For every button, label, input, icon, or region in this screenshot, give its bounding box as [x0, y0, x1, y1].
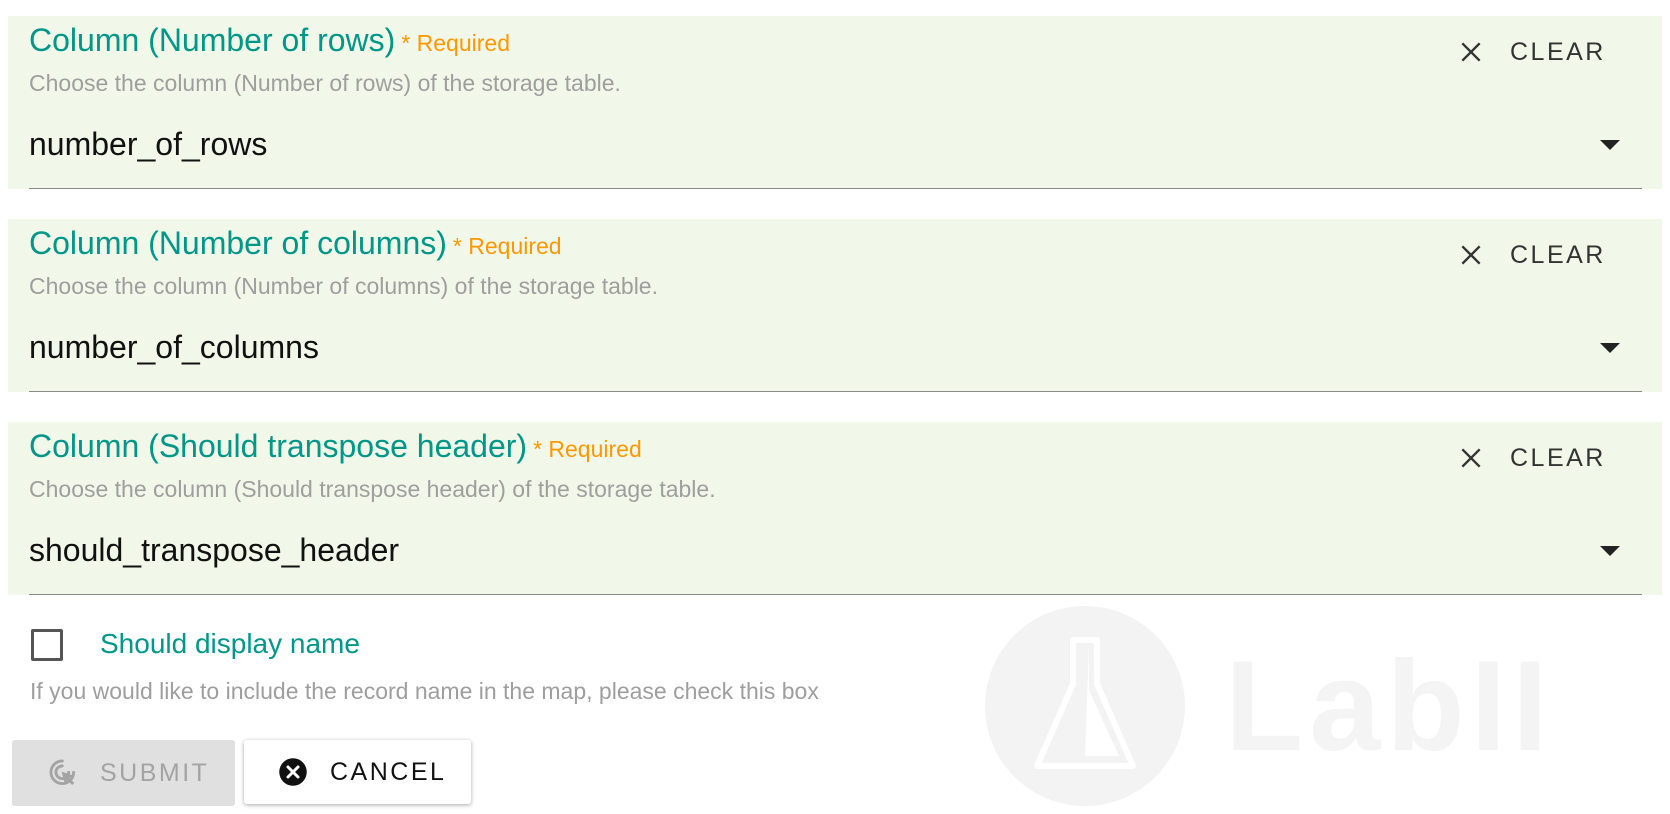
caret-down-icon[interactable]: [1600, 546, 1620, 556]
clear-button[interactable]: CLEAR: [1458, 434, 1606, 482]
field-title: Column (Should transpose header) * Requir…: [29, 428, 642, 464]
select-value[interactable]: should_transpose_header: [29, 532, 399, 569]
clear-label: CLEAR: [1510, 37, 1606, 66]
cancel-circle-icon: [279, 758, 307, 786]
select-field-number-of-rows: Column (Number of rows) * Required CLEAR …: [8, 16, 1662, 189]
cursor-click-icon: [49, 759, 76, 786]
clear-label: CLEAR: [1510, 240, 1606, 269]
checkbox-help-text: If you would like to include the record …: [30, 678, 819, 704]
field-title: Column (Number of columns) * Required: [29, 225, 562, 261]
required-marker: * Required: [533, 436, 642, 462]
submit-button[interactable]: SUBMIT: [12, 740, 235, 806]
field-underline: [29, 594, 1642, 595]
field-underline: [29, 391, 1642, 392]
field-description: Choose the column (Number of rows) of th…: [29, 70, 621, 96]
labii-watermark: LabII: [985, 606, 1665, 814]
close-icon: [1461, 42, 1481, 62]
field-underline: [29, 188, 1642, 189]
required-marker: * Required: [401, 30, 510, 56]
caret-down-icon[interactable]: [1600, 343, 1620, 353]
clear-label: CLEAR: [1510, 443, 1606, 472]
close-icon: [1461, 245, 1481, 265]
cancel-button[interactable]: CANCEL: [244, 740, 471, 804]
clear-button[interactable]: CLEAR: [1458, 231, 1606, 279]
required-marker: * Required: [452, 233, 562, 259]
field-description: Choose the column (Should transpose head…: [29, 476, 716, 502]
caret-down-icon[interactable]: [1600, 140, 1620, 150]
close-icon: [1461, 448, 1481, 468]
flask-logo: [985, 606, 1185, 806]
checkbox-label[interactable]: Should display name: [100, 628, 360, 660]
watermark-text: LabII: [1225, 635, 1554, 778]
select-field-should-transpose-header: Column (Should transpose header) * Requir…: [8, 422, 1662, 595]
cancel-label: CANCEL: [330, 757, 447, 786]
field-description: Choose the column (Number of columns) of…: [29, 273, 658, 299]
select-value[interactable]: number_of_rows: [29, 126, 267, 163]
display-name-checkbox[interactable]: [31, 629, 63, 661]
clear-button[interactable]: CLEAR: [1458, 28, 1606, 76]
field-title: Column (Number of rows) * Required: [29, 22, 510, 58]
select-field-number-of-columns: Column (Number of columns) * Required CLE…: [8, 219, 1662, 392]
select-value[interactable]: number_of_columns: [29, 329, 319, 366]
submit-label: SUBMIT: [100, 758, 210, 787]
